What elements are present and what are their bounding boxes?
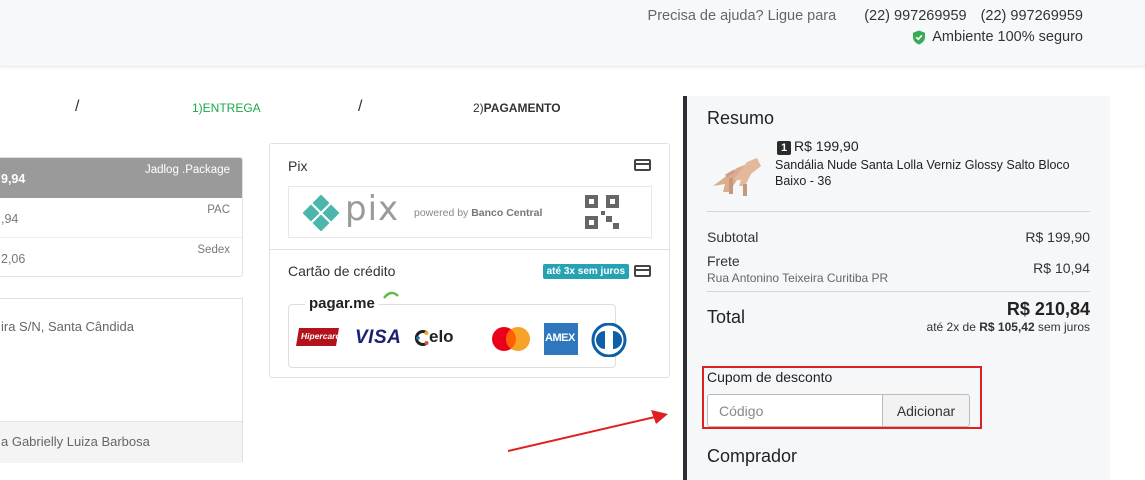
frete-value: R$ 10,94 (1033, 260, 1090, 276)
secure-badge: Ambiente 100% seguro (912, 29, 1083, 45)
credit-card-icon (634, 265, 651, 277)
elo-text: elo (429, 327, 454, 346)
shield-check-icon (913, 30, 926, 44)
visa-icon: VISA (355, 327, 402, 348)
recipient-name: a Gabrielly Luiza Barbosa (1, 434, 150, 449)
phone-number-alt[interactable]: (22) 997269959 (981, 8, 1083, 24)
step-label: ENTREGA (202, 101, 261, 115)
step-separator: / (75, 98, 80, 115)
address-line: ira S/N, Santa Cândida (1, 319, 134, 334)
product-thumbnail (713, 158, 761, 196)
secure-text: Ambiente 100% seguro (932, 29, 1083, 45)
total-label: Total (707, 307, 746, 327)
coupon-highlight-box (702, 366, 982, 429)
help-line: Precisa de ajuda? Ligue para (22) 9972699… (648, 8, 1083, 24)
installments-prefix: até 2x de (926, 320, 976, 334)
subtotal-value: R$ 199,90 (1025, 229, 1090, 245)
pagarme-swoosh-icon (383, 291, 399, 299)
shipping-options: 9,94 Jadlog .Package ,94 PAC 2,06 Sedex (0, 157, 243, 277)
step-number: 2) (473, 101, 484, 115)
pix-powered-text: powered by (414, 207, 469, 219)
shipping-price: 2,06 (1, 252, 26, 266)
frete-label: Frete (707, 253, 740, 269)
annotation-arrow-icon (507, 410, 668, 452)
step-label: PAGAMENTO (483, 101, 561, 115)
installments-value: R$ 105,42 (979, 320, 1035, 334)
summary-title: Resumo (707, 108, 775, 128)
installments-text: até 2x de R$ 105,42 sem juros (927, 320, 1090, 334)
shipping-name: PAC (207, 204, 230, 216)
frete-address: Rua Antonino Teixeira Curitiba PR (707, 271, 889, 285)
pagarme-logo: pagar.me (305, 295, 379, 312)
shipping-option-pac[interactable]: ,94 PAC (0, 198, 242, 238)
pix-powered: powered by Banco Central (414, 207, 542, 219)
shipping-price: ,94 (1, 212, 19, 226)
help-text: Precisa de ajuda? Ligue para (647, 8, 837, 24)
address-card: ira S/N, Santa Cândida a Gabrielly Luiza… (0, 298, 243, 463)
pix-option[interactable]: pix powered by Banco Central (288, 186, 652, 238)
credit-card-label[interactable]: Cartão de crédito (288, 263, 395, 279)
step-number: 1) (192, 101, 203, 115)
buyer-title: Comprador (707, 446, 798, 466)
total-value: R$ 210,84 (1006, 299, 1090, 319)
step-pagamento[interactable]: 2)PAGAMENTO (473, 101, 561, 115)
phone-number[interactable]: (22) 997269959 (864, 8, 966, 24)
shipping-name: Sedex (197, 244, 230, 256)
hipercard-icon: Hipercard (295, 325, 341, 354)
product-price: R$ 199,90 (794, 138, 859, 154)
product-quantity: 1 (777, 141, 792, 155)
pix-label[interactable]: Pix (288, 158, 307, 174)
hipercard-text: Hipercard (301, 331, 341, 341)
amex-text: AMEX (545, 332, 575, 344)
step-separator: / (358, 98, 363, 115)
top-bar: Precisa de ajuda? Ligue para (22) 9972699… (0, 0, 1145, 67)
summary-divider (707, 291, 1090, 292)
installments-badge: até 3x sem juros (542, 264, 629, 279)
shipping-option-sedex[interactable]: 2,06 Sedex (0, 238, 242, 276)
payment-divider (270, 249, 669, 250)
shipping-name: Jadlog .Package (144, 164, 230, 176)
shipping-price: 9,94 (1, 172, 26, 186)
installments-suffix: sem juros (1037, 320, 1090, 334)
pix-card-icon (634, 159, 651, 171)
diners-icon (591, 322, 627, 362)
card-brands[interactable]: pagar.me Hipercard VISA elo AMEX (288, 291, 627, 368)
mastercard-icon (491, 326, 531, 357)
pix-bank-text: Banco Central (471, 207, 543, 219)
pix-logo-icon (303, 195, 339, 231)
qr-code-icon (585, 195, 619, 229)
payment-methods: Pix pix powered by Banco Central Cartão … (269, 143, 670, 378)
subtotal-label: Subtotal (707, 229, 759, 245)
amex-icon: AMEX (544, 323, 578, 355)
step-entrega[interactable]: 1)ENTREGA (192, 101, 261, 115)
summary-divider (707, 211, 1090, 212)
address-footer: a Gabrielly Luiza Barbosa (0, 421, 242, 463)
shipping-option-jadlog[interactable]: 9,94 Jadlog .Package (0, 158, 242, 198)
checkout-steps: / 1)ENTREGA / 2)PAGAMENTO (0, 98, 680, 116)
pix-logo-text: pix (345, 189, 400, 229)
product-name: Sandália Nude Santa Lolla Verniz Glossy … (775, 158, 1070, 188)
